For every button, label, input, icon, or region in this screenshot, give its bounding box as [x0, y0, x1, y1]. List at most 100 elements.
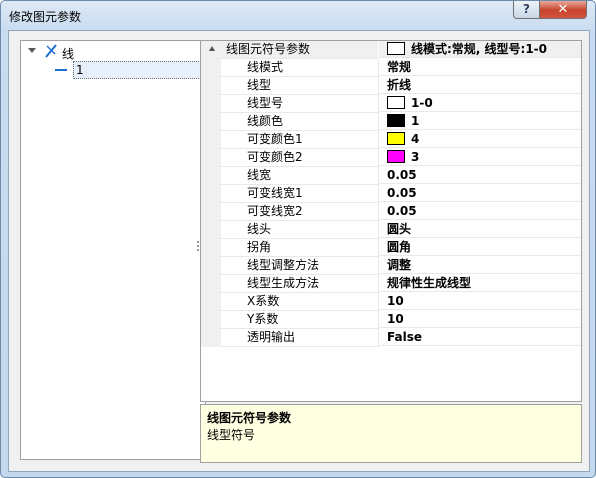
property-row[interactable]: 透明输出 False — [201, 329, 581, 347]
property-name[interactable]: 可变颜色2 — [221, 149, 379, 167]
property-value-text: False — [387, 330, 422, 344]
property-name[interactable]: 线型生成方法 — [221, 275, 379, 293]
property-margin — [201, 77, 221, 95]
property-name[interactable]: 线宽 — [221, 167, 379, 185]
property-value-text: 10 — [387, 294, 404, 308]
property-row[interactable]: 可变颜色1 4 — [201, 131, 581, 149]
close-button[interactable]: ✕ — [539, 1, 587, 19]
property-group-row[interactable]: 线图元符号参数 线模式:常规, 线型号:1-0 — [201, 41, 581, 59]
property-value-text: 调整 — [387, 258, 412, 272]
property-margin — [201, 239, 221, 257]
property-value[interactable]: 0.05 — [379, 167, 581, 184]
color-swatch — [387, 132, 405, 145]
symbol-tree[interactable]: 线 1 — [20, 40, 206, 460]
tree-node-child[interactable]: 1 — [55, 61, 205, 79]
dialog-client-area: 线 1 线图元符号参数 线模式:常规, 线型号:1-0 线模式 常规 线型 折线… — [8, 30, 590, 472]
property-margin — [201, 311, 221, 329]
property-name-text: 线型号 — [247, 96, 284, 110]
property-value[interactable]: False — [379, 329, 581, 346]
property-value[interactable]: 0.05 — [379, 203, 581, 220]
property-value-text: 折线 — [387, 78, 412, 92]
property-name[interactable]: Y系数 — [221, 311, 379, 329]
property-name[interactable]: 可变线宽1 — [221, 185, 379, 203]
property-name-text: 可变颜色2 — [247, 150, 303, 164]
property-margin — [201, 131, 221, 149]
property-margin — [201, 257, 221, 275]
property-value-text: 1-0 — [411, 96, 433, 110]
property-name-text: Y系数 — [247, 312, 279, 326]
tree-node-root-label: 线 — [62, 47, 75, 61]
tree-node-root[interactable]: 线 — [28, 44, 198, 62]
tree-collapse-icon[interactable] — [28, 48, 36, 53]
property-row[interactable]: 线宽 0.05 — [201, 167, 581, 185]
property-value[interactable]: 1-0 — [379, 95, 581, 112]
property-row[interactable]: 线型 折线 — [201, 77, 581, 95]
property-value[interactable]: 圆头 — [379, 221, 581, 238]
property-name-text: 线头 — [247, 222, 272, 236]
property-value[interactable]: 常规 — [379, 59, 581, 76]
tree-node-child-label[interactable]: 1 — [73, 61, 201, 79]
property-margin — [201, 95, 221, 113]
description-panel: 线图元符号参数 线型符号 — [200, 404, 582, 463]
property-value-text: 圆角 — [387, 240, 412, 254]
property-row[interactable]: 可变颜色2 3 — [201, 149, 581, 167]
property-name-text: 线颜色 — [247, 114, 284, 128]
property-row[interactable]: 线型号 1-0 — [201, 95, 581, 113]
property-value[interactable]: 4 — [379, 131, 581, 148]
title-bar[interactable]: 修改图元参数 ? ✕ — [1, 1, 595, 29]
property-name[interactable]: 透明输出 — [221, 329, 379, 347]
property-name-text: 可变线宽2 — [247, 204, 303, 218]
property-margin — [201, 203, 221, 221]
property-margin — [201, 329, 221, 347]
property-row[interactable]: 可变线宽2 0.05 — [201, 203, 581, 221]
property-row[interactable]: X系数 10 — [201, 293, 581, 311]
property-row[interactable]: 线型调整方法 调整 — [201, 257, 581, 275]
group-collapse-icon[interactable] — [209, 46, 215, 51]
property-name[interactable]: 线型号 — [221, 95, 379, 113]
description-text: 线型符号 — [207, 428, 256, 442]
property-name[interactable]: 线模式 — [221, 59, 379, 77]
property-row[interactable]: 线型生成方法 规律性生成线型 — [201, 275, 581, 293]
property-value-text: 圆头 — [387, 222, 412, 236]
property-group-name-text: 线图元符号参数 — [226, 42, 311, 56]
property-margin — [201, 59, 221, 77]
property-value[interactable]: 调整 — [379, 257, 581, 274]
property-value-text: 0.05 — [387, 204, 417, 218]
property-value[interactable]: 10 — [379, 293, 581, 310]
property-value[interactable]: 10 — [379, 311, 581, 328]
property-row[interactable]: 线模式 常规 — [201, 59, 581, 77]
property-name-text: 透明输出 — [247, 330, 296, 344]
window-title: 修改图元参数 — [9, 10, 82, 24]
property-value[interactable]: 0.05 — [379, 185, 581, 202]
property-name-text: X系数 — [247, 294, 280, 308]
property-name[interactable]: 可变线宽2 — [221, 203, 379, 221]
property-row[interactable]: 线颜色 1 — [201, 113, 581, 131]
property-name[interactable]: 拐角 — [221, 239, 379, 257]
line-style-icon — [55, 69, 67, 71]
property-row[interactable]: Y系数 10 — [201, 311, 581, 329]
property-group-value: 线模式:常规, 线型号:1-0 — [379, 41, 581, 58]
property-name-text: 线型 — [247, 78, 272, 92]
property-row[interactable]: 线头 圆头 — [201, 221, 581, 239]
property-name[interactable]: X系数 — [221, 293, 379, 311]
property-name-text: 线型生成方法 — [247, 276, 320, 290]
property-name[interactable]: 线型 — [221, 77, 379, 95]
property-name[interactable]: 线颜色 — [221, 113, 379, 131]
property-value[interactable]: 3 — [379, 149, 581, 166]
help-button[interactable]: ? — [513, 1, 540, 19]
property-row[interactable]: 拐角 圆角 — [201, 239, 581, 257]
color-swatch — [387, 96, 405, 109]
property-name-text: 线型调整方法 — [247, 258, 320, 272]
property-grid[interactable]: 线图元符号参数 线模式:常规, 线型号:1-0 线模式 常规 线型 折线 线型号 1-0 线… — [200, 40, 582, 402]
property-value[interactable]: 圆角 — [379, 239, 581, 256]
property-row[interactable]: 可变线宽1 0.05 — [201, 185, 581, 203]
property-name[interactable]: 可变颜色1 — [221, 131, 379, 149]
property-value[interactable]: 规律性生成线型 — [379, 275, 581, 292]
line-symbol-icon — [44, 44, 58, 62]
property-name[interactable]: 线头 — [221, 221, 379, 239]
property-value-text: 10 — [387, 312, 404, 326]
property-value[interactable]: 1 — [379, 113, 581, 130]
property-value[interactable]: 折线 — [379, 77, 581, 94]
property-margin — [201, 41, 221, 59]
property-name[interactable]: 线型调整方法 — [221, 257, 379, 275]
